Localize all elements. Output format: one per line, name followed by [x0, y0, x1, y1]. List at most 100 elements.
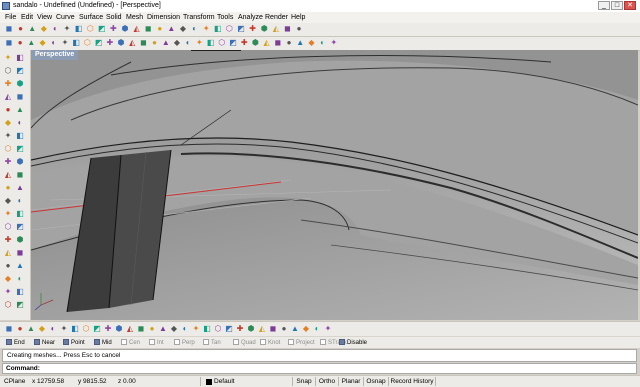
pan-icon[interactable]: ✚ [108, 24, 118, 34]
cplane-rotate-icon[interactable]: ⬢ [114, 324, 124, 334]
cplane-view-icon[interactable]: ◩ [92, 324, 102, 334]
point-tool-icon[interactable]: ◧ [15, 53, 25, 63]
print-icon[interactable]: ◆ [39, 24, 49, 34]
mirror-icon[interactable]: ◐ [183, 38, 193, 48]
color-wheel-icon[interactable]: ◆ [306, 38, 316, 48]
environment-icon[interactable]: ▲ [290, 324, 300, 334]
grid-icon[interactable]: ▲ [166, 24, 176, 34]
ellipse-tool-icon[interactable]: ◭ [3, 92, 13, 102]
ellipse-icon[interactable]: ◐ [49, 38, 59, 48]
array-icon[interactable]: ✦ [194, 38, 204, 48]
osnap-quad-checkbox[interactable] [233, 339, 239, 346]
extrude-icon[interactable]: ✦ [3, 131, 13, 141]
cplane-front-icon[interactable]: ◆ [37, 324, 47, 334]
osnap-project[interactable]: Project [288, 339, 315, 347]
boolean-diff-icon[interactable]: ◧ [15, 209, 25, 219]
osnap-perp[interactable]: Perp [174, 339, 195, 347]
osnap-perp-checkbox[interactable] [174, 339, 180, 346]
freeform-icon[interactable]: ◆ [3, 118, 13, 128]
cplane-3pt-icon[interactable]: ◧ [70, 324, 80, 334]
undo-icon[interactable]: ⬡ [85, 24, 95, 34]
menu-render[interactable]: Render [265, 13, 288, 22]
open-icon[interactable]: ● [16, 24, 26, 34]
new-file-icon[interactable]: ◼ [4, 24, 14, 34]
rotate-tool-icon[interactable]: ◼ [15, 248, 25, 258]
ortho-icon[interactable]: ▲ [158, 324, 168, 334]
osnap-project-checkbox[interactable] [288, 339, 294, 346]
zoom-selected-icon[interactable]: ● [155, 24, 165, 34]
menu-edit[interactable]: Edit [21, 13, 33, 22]
osnap-point[interactable]: Point [63, 339, 85, 347]
close-button[interactable]: ✕ [624, 1, 636, 10]
scale-tool-icon[interactable]: ● [3, 261, 13, 271]
osnap-tan[interactable]: Tan [203, 339, 221, 347]
viewport-title-tab[interactable]: Perspective [31, 50, 79, 60]
array-tool-icon[interactable]: ◆ [3, 274, 13, 284]
network-icon[interactable]: ✚ [3, 157, 13, 167]
maximize-button[interactable]: □ [611, 1, 623, 10]
status-cplane[interactable]: CPlane [4, 377, 25, 386]
snap-toggle[interactable]: Snap [292, 377, 315, 386]
help-icon[interactable]: ● [294, 24, 304, 34]
trim-icon[interactable]: ◩ [228, 38, 238, 48]
zoom-window-icon[interactable]: ◭ [132, 24, 142, 34]
explode-icon[interactable]: ⬡ [217, 38, 227, 48]
point-icon[interactable]: ◼ [4, 38, 14, 48]
planar-toggle[interactable]: Planar [338, 377, 363, 386]
loft-icon[interactable]: ◧ [15, 131, 25, 141]
menu-view[interactable]: View [37, 13, 52, 22]
text-icon[interactable]: ⬡ [82, 38, 92, 48]
draft-angle-icon[interactable]: ◆ [301, 324, 311, 334]
menu-help[interactable]: Help [291, 13, 305, 22]
cap-icon[interactable]: ⬡ [3, 222, 13, 232]
move-icon[interactable]: ◼ [138, 38, 148, 48]
pipe-icon[interactable]: ◐ [15, 196, 25, 206]
rectangle-tool-icon[interactable]: ◼ [15, 92, 25, 102]
color-panel-icon[interactable]: ⬡ [213, 324, 223, 334]
cplane-right-icon[interactable]: ◐ [48, 324, 58, 334]
osnap-toggle[interactable]: Osnap [363, 377, 388, 386]
snap-icon[interactable]: ▲ [295, 38, 305, 48]
osnap-int[interactable]: Int [149, 339, 164, 347]
menu-transform[interactable]: Transform [183, 13, 215, 22]
osnap-int-checkbox[interactable] [149, 339, 155, 346]
osnap-disable-checkbox[interactable] [339, 339, 345, 346]
patch-icon[interactable]: ⬢ [15, 157, 25, 167]
menu-curve[interactable]: Curve [56, 13, 75, 22]
cplane-elevation-icon[interactable]: ✚ [103, 324, 113, 334]
osnap-knot-checkbox[interactable] [260, 339, 266, 346]
osnap-cen[interactable]: Cen [121, 339, 140, 347]
print-width-icon[interactable]: ✚ [235, 324, 245, 334]
cplane-perp-icon[interactable]: ✦ [59, 324, 69, 334]
paste-icon[interactable]: ◧ [74, 24, 84, 34]
sweep-icon[interactable]: ⬡ [3, 144, 13, 154]
arc-tool-icon[interactable]: ⬢ [15, 79, 25, 89]
line-tool-icon[interactable]: ⬡ [3, 66, 13, 76]
minimize-button[interactable]: _ [598, 1, 610, 10]
solid-icon[interactable]: ✚ [105, 38, 115, 48]
cplane-origin-icon[interactable]: ● [15, 324, 25, 334]
osnap-near-checkbox[interactable] [34, 339, 40, 346]
zebra-icon[interactable]: ● [279, 324, 289, 334]
menu-analyze[interactable]: Analyze [238, 13, 263, 22]
box-icon[interactable]: ◭ [3, 170, 13, 180]
menu-file[interactable]: File [5, 13, 16, 22]
copy-icon[interactable]: ✦ [62, 24, 72, 34]
split-icon[interactable]: ✚ [239, 38, 249, 48]
osnap-near[interactable]: Near [34, 339, 55, 347]
layer-icon[interactable]: ✦ [201, 24, 211, 34]
mesh-tool-icon[interactable]: ◩ [15, 222, 25, 232]
cplane-top-icon[interactable]: ▲ [26, 324, 36, 334]
osnap-tan-checkbox[interactable] [203, 339, 209, 346]
osnap-icon[interactable]: ◐ [180, 324, 190, 334]
rendered-view-icon[interactable]: ⬢ [259, 24, 269, 34]
osnap-mid-checkbox[interactable] [94, 339, 100, 346]
osnap-end-checkbox[interactable] [6, 339, 12, 346]
polyline-tool-icon[interactable]: ◩ [15, 66, 25, 76]
render-mesh-icon[interactable]: ⬢ [246, 324, 256, 334]
trim-tool-icon[interactable]: ◧ [15, 287, 25, 297]
select-icon[interactable]: ⬡ [224, 24, 234, 34]
osnap-end[interactable]: End [6, 339, 25, 347]
select-arrow-icon[interactable]: ✦ [3, 53, 13, 63]
osnap-disable[interactable]: Disable [339, 339, 367, 347]
